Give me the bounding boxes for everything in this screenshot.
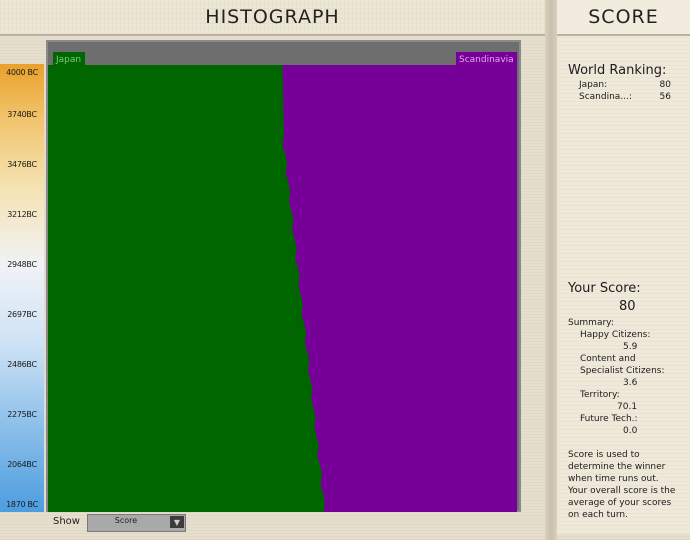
- show-dropdown-value: Score: [114, 516, 138, 525]
- score-note-line: when time runs out.: [568, 474, 659, 484]
- histograph-title: HISTOGRAPH: [205, 6, 340, 28]
- future-tech-label: Future Tech.:: [580, 414, 638, 424]
- happy-citizens-value: 5.9: [623, 342, 638, 352]
- timeline-tick: 3212BC: [7, 210, 37, 219]
- score-note-line: Score is used to: [568, 450, 640, 460]
- score-header: SCORE: [557, 0, 690, 36]
- ranking-civ-name: Scandina...:: [579, 92, 632, 102]
- scandinavia-label: Scandinavia: [459, 55, 514, 65]
- timeline-scale: 4000 BC 3740BC 3476BC 3212BC 2948BC 2697…: [0, 64, 44, 512]
- score-note-line: Your overall score is the: [568, 486, 676, 496]
- score-note-line: on each turn.: [568, 510, 628, 520]
- show-label: Show: [53, 516, 80, 527]
- your-score-title: Your Score:: [568, 281, 641, 296]
- show-bar: Show Score ▼: [46, 512, 521, 534]
- summary-label: Summary:: [568, 318, 614, 328]
- score-panel: World Ranking: Japan: 80 Scandina...: 56…: [557, 36, 690, 534]
- timeline-tick: 2697BC: [7, 310, 37, 319]
- histograph-header: HISTOGRAPH: [0, 0, 545, 36]
- timeline-tick: 2486BC: [7, 360, 37, 369]
- score-title: SCORE: [588, 6, 659, 28]
- show-dropdown[interactable]: Score ▼: [87, 514, 186, 532]
- world-ranking-title: World Ranking:: [568, 63, 667, 78]
- timeline-tick: 2948BC: [7, 260, 37, 269]
- happy-citizens-label: Happy Citizens:: [580, 330, 651, 340]
- territory-value: 70.1: [617, 402, 638, 412]
- timeline-tick: 1870 BC: [6, 500, 38, 509]
- ranking-row: Scandina...: 56: [579, 92, 671, 102]
- future-tech-value: 0.0: [623, 426, 638, 436]
- ranking-civ-name: Japan:: [579, 80, 608, 90]
- timeline-tick: 2275BC: [7, 410, 37, 419]
- content-citizens-value: 3.6: [623, 378, 638, 388]
- specialist-citizens-label: Specialist Citizens:: [580, 366, 665, 376]
- content-citizens-label: Content and: [580, 354, 636, 364]
- timeline-tick: 4000 BC: [6, 68, 38, 77]
- score-note-line: determine the winner: [568, 462, 666, 472]
- your-score-value: 80: [619, 299, 636, 314]
- territory-label: Territory:: [580, 390, 620, 400]
- japan-label: Japan: [55, 55, 81, 65]
- timeline-tick: 2064BC: [7, 460, 37, 469]
- timeline-tick: 3740BC: [7, 110, 37, 119]
- ranking-civ-score: 80: [659, 80, 671, 90]
- chevron-down-icon[interactable]: ▼: [170, 516, 184, 528]
- score-note-line: average of your scores: [568, 498, 672, 508]
- timeline-tick: 3476BC: [7, 160, 37, 169]
- japan-area: [48, 65, 326, 512]
- ranking-civ-score: 56: [659, 92, 671, 102]
- ranking-row: Japan: 80: [579, 80, 671, 90]
- histograph-chart: Japan Scandinavia: [48, 52, 517, 512]
- panel-divider: [545, 0, 557, 540]
